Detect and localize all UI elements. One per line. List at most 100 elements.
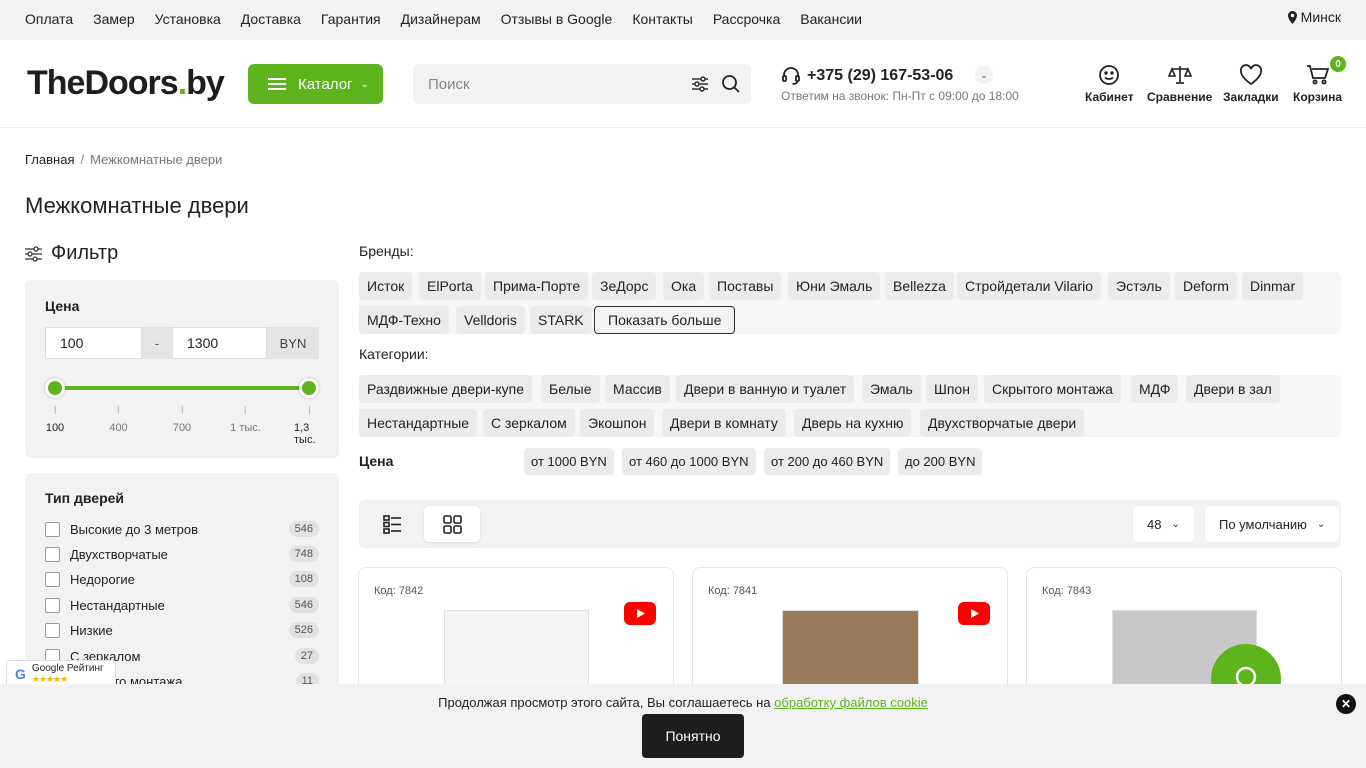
breadcrumb-separator: / bbox=[80, 152, 85, 167]
cookie-banner: Продолжая просмотр этого сайта, Вы согла… bbox=[0, 684, 1366, 768]
brand-tag[interactable]: МДФ-Техно bbox=[359, 306, 449, 334]
categories-list: Раздвижные двери-купе Белые Массив Двери… bbox=[359, 375, 1341, 437]
google-icon: G bbox=[15, 666, 26, 682]
price-range-track[interactable] bbox=[55, 386, 309, 390]
price-range-scale: 100 400 700 1 тыс. 1,3 тыс. bbox=[25, 406, 339, 446]
top-nav-link-delivery[interactable]: Доставка bbox=[241, 11, 301, 27]
category-tag[interactable]: С зеркалом bbox=[483, 409, 575, 437]
city-selector[interactable]: Минск bbox=[1287, 9, 1341, 25]
category-tag[interactable]: МДФ bbox=[1131, 375, 1179, 403]
checkbox[interactable] bbox=[45, 622, 60, 638]
search-icon[interactable] bbox=[721, 74, 741, 94]
brand-tag[interactable]: ElPorta bbox=[419, 272, 481, 300]
cabinet-link[interactable]: Кабинет bbox=[1085, 64, 1134, 104]
checkbox[interactable] bbox=[45, 571, 60, 587]
category-tag[interactable]: Раздвижные двери-купе bbox=[359, 375, 533, 403]
grid-view-button[interactable] bbox=[424, 506, 480, 542]
brand-tag[interactable]: Velldoris bbox=[456, 306, 525, 334]
google-rating-label: Google Рейтинг bbox=[31, 663, 104, 674]
close-icon[interactable]: ✕ bbox=[1336, 694, 1356, 714]
list-view-button[interactable] bbox=[364, 506, 420, 542]
door-type-option[interactable]: Недорогие 108 bbox=[45, 571, 319, 587]
map-pin-icon bbox=[1287, 10, 1297, 24]
cookie-accept-button[interactable]: Понятно bbox=[642, 714, 744, 758]
category-tag[interactable]: Нестандартные bbox=[359, 409, 478, 437]
brand-tag[interactable]: ЗеДорс bbox=[592, 272, 657, 300]
category-tag[interactable]: Скрытого монтажа bbox=[984, 375, 1121, 403]
brand-tag[interactable]: STARK bbox=[530, 306, 592, 334]
price-quick-tag[interactable]: от 1000 BYN bbox=[524, 448, 614, 475]
category-tag[interactable]: Массив bbox=[605, 375, 670, 403]
bookmarks-link[interactable]: Закладки bbox=[1223, 64, 1279, 104]
top-nav-link-vacancies[interactable]: Вакансии bbox=[800, 11, 862, 27]
youtube-icon[interactable] bbox=[958, 602, 990, 625]
checkbox[interactable] bbox=[45, 546, 60, 562]
checkbox[interactable] bbox=[45, 597, 60, 613]
sort-select[interactable]: По умолчанию ⌄ bbox=[1205, 506, 1340, 542]
price-range-min-handle[interactable] bbox=[45, 378, 65, 398]
price-max-input[interactable]: 1300 bbox=[172, 327, 267, 359]
search-input[interactable] bbox=[413, 64, 683, 104]
top-nav-link-warranty[interactable]: Гарантия bbox=[321, 11, 381, 27]
cookie-policy-link[interactable]: обработку файлов cookie bbox=[774, 695, 928, 710]
brand-tag[interactable]: Bellezza bbox=[885, 272, 954, 300]
brand-tag[interactable]: Dinmar bbox=[1242, 272, 1304, 300]
brand-tag[interactable]: Эстэль bbox=[1108, 272, 1170, 300]
price-quick-tag[interactable]: до 200 BYN bbox=[898, 448, 983, 475]
category-tag[interactable]: Экошпон bbox=[580, 409, 655, 437]
cart-icon bbox=[1306, 65, 1329, 85]
filter-sliders-icon[interactable] bbox=[691, 75, 709, 93]
category-tag[interactable]: Двери в ванную и туалет bbox=[676, 375, 855, 403]
brand-tag[interactable]: Прима-Порте bbox=[485, 272, 589, 300]
door-type-option[interactable]: Нестандартные 546 bbox=[45, 597, 319, 613]
brands-list: Исток ElPorta Прима-Порте ЗеДорс Ока Пос… bbox=[359, 272, 1341, 334]
logo-text-main: TheDoors bbox=[27, 64, 179, 102]
category-tag[interactable]: Шпон bbox=[926, 375, 978, 403]
category-tag[interactable]: Двери в комнату bbox=[662, 409, 786, 437]
brand-tag[interactable]: Исток bbox=[359, 272, 413, 300]
top-nav: Оплата Замер Установка Доставка Гарантия… bbox=[25, 11, 882, 27]
youtube-icon[interactable] bbox=[624, 602, 656, 625]
price-quick-tag[interactable]: от 200 до 460 BYN bbox=[764, 448, 891, 475]
top-nav-link-installments[interactable]: Рассрочка bbox=[713, 11, 780, 27]
top-nav-link-payment[interactable]: Оплата bbox=[25, 11, 73, 27]
site-logo[interactable]: TheDoors.by bbox=[27, 64, 225, 103]
price-min-input[interactable]: 100 bbox=[45, 327, 142, 359]
checkbox[interactable] bbox=[45, 521, 60, 537]
brands-label: Бренды: bbox=[359, 243, 414, 259]
menu-icon bbox=[268, 75, 286, 93]
brand-tag[interactable]: Стройдетали Vilario bbox=[957, 272, 1101, 300]
category-tag[interactable]: Двухстворчатые двери bbox=[920, 409, 1085, 437]
brand-tag[interactable]: Поставы bbox=[709, 272, 782, 300]
cart-link[interactable]: 0 Корзина bbox=[1293, 56, 1347, 104]
phone-dropdown-icon[interactable]: ⌄ bbox=[975, 66, 993, 84]
category-tag[interactable]: Эмаль bbox=[862, 375, 921, 403]
chevron-down-icon: ⌄ bbox=[1171, 518, 1180, 530]
breadcrumb-home[interactable]: Главная bbox=[25, 152, 74, 167]
price-range-max-handle[interactable] bbox=[299, 378, 319, 398]
brand-tag[interactable]: Юни Эмаль bbox=[788, 272, 881, 300]
category-tag[interactable]: Двери в зал bbox=[1186, 375, 1280, 403]
price-quick-tag[interactable]: от 460 до 1000 BYN bbox=[622, 448, 756, 475]
show-more-brands-button[interactable]: Показать больше bbox=[594, 306, 736, 334]
heart-icon bbox=[1239, 64, 1262, 86]
top-nav-link-measure[interactable]: Замер bbox=[93, 11, 134, 27]
top-nav-link-reviews[interactable]: Отзывы в Google bbox=[501, 11, 613, 27]
catalog-button[interactable]: Каталог ⌄ bbox=[248, 64, 383, 104]
brand-tag[interactable]: Ока bbox=[663, 272, 705, 300]
category-tag[interactable]: Белые bbox=[541, 375, 600, 403]
door-type-option[interactable]: Двухстворчатые 748 bbox=[45, 546, 319, 562]
top-nav-link-install[interactable]: Установка bbox=[155, 11, 221, 27]
brand-tag[interactable]: Deform bbox=[1175, 272, 1237, 300]
price-tick: 1,3 тыс. bbox=[294, 406, 324, 446]
per-page-select[interactable]: 48 ⌄ bbox=[1133, 506, 1194, 542]
door-type-option[interactable]: Высокие до 3 метров 546 bbox=[45, 521, 319, 537]
door-type-option[interactable]: Низкие 526 bbox=[45, 622, 319, 638]
categories-label: Категории: bbox=[359, 346, 429, 362]
top-bar: Оплата Замер Установка Доставка Гарантия… bbox=[0, 0, 1366, 40]
compare-link[interactable]: Сравнение bbox=[1147, 64, 1212, 104]
top-nav-link-contacts[interactable]: Контакты bbox=[632, 11, 692, 27]
top-nav-link-designers[interactable]: Дизайнерам bbox=[401, 11, 481, 27]
price-filter: Цена 100 - 1300 BYN 100 400 700 1 тыс. 1… bbox=[25, 280, 339, 458]
category-tag[interactable]: Дверь на кухню bbox=[794, 409, 912, 437]
